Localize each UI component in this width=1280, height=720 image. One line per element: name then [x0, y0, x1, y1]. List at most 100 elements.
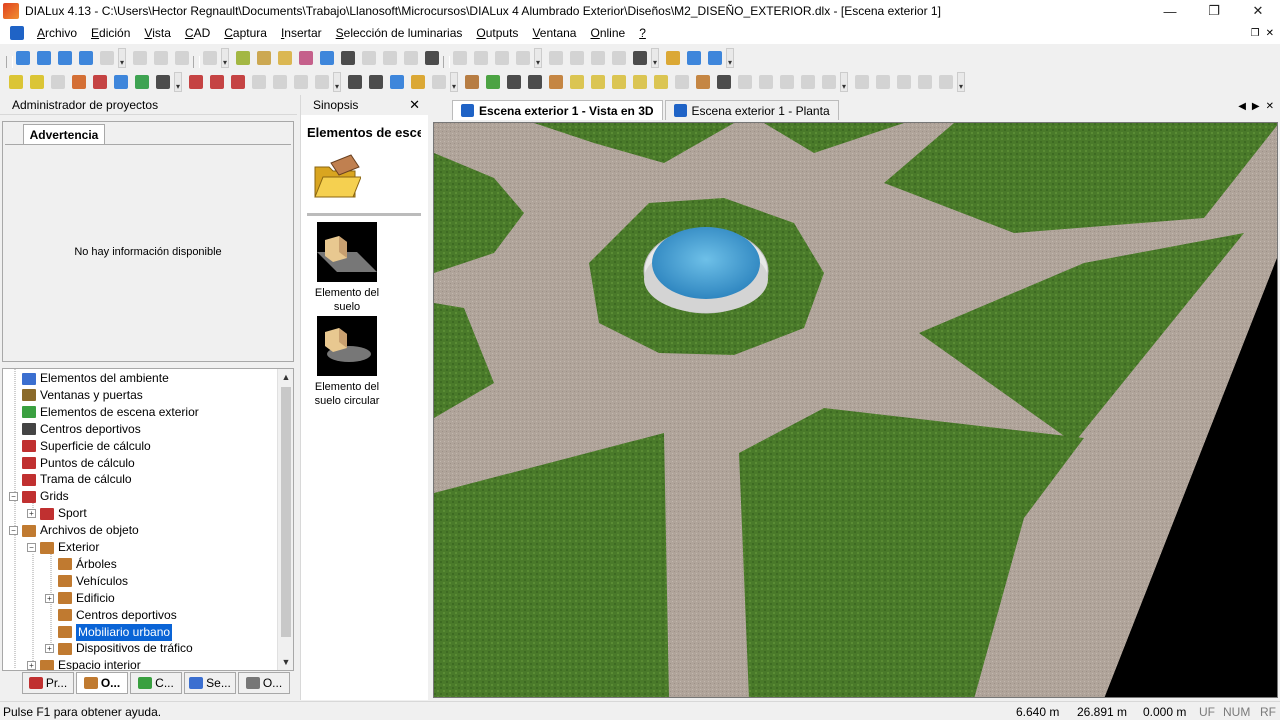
edit-tool-button[interactable] [852, 72, 872, 92]
tree-item[interactable]: Centros deportivos [45, 607, 177, 624]
standard-tool-button[interactable] [492, 48, 512, 68]
standard-tool-button[interactable] [338, 48, 358, 68]
menu-item[interactable]: Insertar [274, 22, 329, 44]
tree-item[interactable]: Mobiliario urbano [45, 622, 174, 642]
collapse-icon[interactable]: − [9, 492, 18, 502]
tree-item[interactable]: Elementos del ambiente [9, 370, 169, 387]
edit-tool-button[interactable] [153, 72, 173, 92]
standard-tool-button[interactable] [172, 48, 192, 68]
scroll-down-arrow[interactable]: ▼ [278, 654, 293, 670]
menu-item[interactable]: Vista [137, 22, 177, 44]
restore-button[interactable]: ❐ [1192, 0, 1236, 22]
standard-tool-button[interactable] [359, 48, 379, 68]
edit-tool-button[interactable] [798, 72, 818, 92]
toolbar-overflow-chevron-icon[interactable]: ▾ [957, 72, 965, 92]
standard-tool-button[interactable] [567, 48, 587, 68]
document-icon[interactable] [10, 26, 24, 40]
menu-item[interactable]: Selección de luminarias [329, 22, 470, 44]
toolbar-overflow-chevron-icon[interactable]: ▾ [651, 48, 659, 68]
toolbar-overflow-chevron-icon[interactable]: ▾ [450, 72, 458, 92]
edit-tool-button[interactable] [90, 72, 110, 92]
edit-tool-button[interactable] [387, 72, 407, 92]
collapse-icon[interactable]: − [9, 526, 18, 536]
menu-item[interactable]: Captura [217, 22, 274, 44]
menu-item[interactable]: ? [632, 22, 653, 44]
edit-tool-button[interactable] [672, 72, 692, 92]
edit-tool-button[interactable] [291, 72, 311, 92]
tree-item[interactable]: Centros deportivos [9, 421, 141, 438]
tab-prev-arrow[interactable]: ◀ [1238, 101, 1246, 112]
collapse-icon[interactable]: − [27, 543, 36, 552]
edit-tool-button[interactable] [756, 72, 776, 92]
toolbar-overflow-chevron-icon[interactable]: ▾ [221, 48, 229, 68]
edit-tool-button[interactable] [366, 72, 386, 92]
standard-tool-button[interactable] [275, 48, 295, 68]
standard-tool-button[interactable] [233, 48, 253, 68]
tree-item[interactable]: + Sport [27, 505, 87, 522]
tree-item[interactable]: Trama de cálculo [9, 471, 132, 488]
standard-tool-button[interactable] [546, 48, 566, 68]
edit-tool-button[interactable] [186, 72, 206, 92]
edit-tool-button[interactable] [6, 72, 26, 92]
mdi-restore-button[interactable]: ❐ [1251, 28, 1260, 39]
standard-tool-button[interactable] [450, 48, 470, 68]
tree-item[interactable]: Superficie de cálculo [9, 438, 151, 455]
edit-tool-button[interactable] [48, 72, 68, 92]
standard-tool-button[interactable] [401, 48, 421, 68]
standard-tool-button[interactable] [254, 48, 274, 68]
standard-tool-button[interactable] [422, 48, 442, 68]
tree-scrollbar[interactable]: ▲ ▼ [277, 369, 293, 670]
edit-tool-button[interactable] [504, 72, 524, 92]
edit-tool-button[interactable] [132, 72, 152, 92]
edit-tool-button[interactable] [270, 72, 290, 92]
toolbar-overflow-chevron-icon[interactable]: ▾ [840, 72, 848, 92]
expand-icon[interactable]: + [27, 509, 36, 519]
tree-item[interactable]: Puntos de cálculo [9, 455, 135, 472]
edit-tool-button[interactable] [588, 72, 608, 92]
toolbar-grip[interactable] [6, 48, 13, 68]
edit-tool-button[interactable] [462, 72, 482, 92]
manager-tab[interactable]: C... [130, 672, 182, 694]
standard-tool-button[interactable] [296, 48, 316, 68]
standard-tool-button[interactable] [55, 48, 75, 68]
open-folder-icon[interactable] [311, 153, 361, 201]
3d-viewport[interactable] [433, 122, 1278, 698]
tree-item[interactable]: + Espacio interior [27, 657, 141, 670]
edit-tool-button[interactable] [249, 72, 269, 92]
edit-tool-button[interactable] [429, 72, 449, 92]
tree-item[interactable]: + Dispositivos de tráfico [45, 640, 193, 657]
manager-tab[interactable]: O... [238, 672, 290, 694]
tree-item[interactable]: + Edificio [45, 590, 115, 607]
tab-warning[interactable]: Advertencia [23, 124, 105, 144]
standard-tool-button[interactable] [317, 48, 337, 68]
edit-tool-button[interactable] [567, 72, 587, 92]
tree-item[interactable]: Elementos de escena exterior [9, 404, 199, 421]
tree-item[interactable]: − Exterior [27, 539, 99, 556]
standard-tool-button[interactable] [705, 48, 725, 68]
standard-tool-button[interactable] [513, 48, 533, 68]
tab-next-arrow[interactable]: ▶ [1252, 101, 1260, 112]
toolbar-overflow-chevron-icon[interactable]: ▾ [726, 48, 734, 68]
circular-ground-element-thumbnail[interactable] [317, 316, 377, 376]
edit-tool-button[interactable] [693, 72, 713, 92]
tree-item[interactable]: Vehículos [45, 573, 128, 590]
edit-tool-button[interactable] [69, 72, 89, 92]
menu-item[interactable]: Online [583, 22, 632, 44]
menu-item[interactable]: CAD [178, 22, 217, 44]
manager-tab[interactable]: O... [76, 672, 128, 694]
edit-tool-button[interactable] [207, 72, 227, 92]
tab-close-button[interactable]: ✕ [1266, 101, 1274, 112]
edit-tool-button[interactable] [27, 72, 47, 92]
standard-tool-button[interactable] [663, 48, 683, 68]
synopsis-close-button[interactable]: ✕ [409, 95, 420, 115]
tab-3d-view[interactable]: Escena exterior 1 - Vista en 3D [452, 100, 663, 120]
close-button[interactable]: ✕ [1236, 0, 1280, 22]
expand-icon[interactable]: + [27, 661, 36, 670]
standard-tool-button[interactable] [200, 48, 220, 68]
scene-render[interactable] [434, 123, 1278, 698]
standard-tool-button[interactable] [471, 48, 491, 68]
edit-tool-button[interactable] [609, 72, 629, 92]
menu-item[interactable]: Outputs [469, 22, 525, 44]
edit-tool-button[interactable] [228, 72, 248, 92]
scroll-up-arrow[interactable]: ▲ [278, 369, 293, 385]
